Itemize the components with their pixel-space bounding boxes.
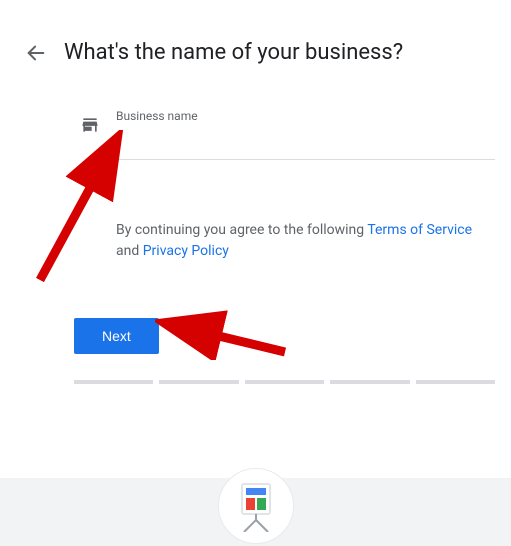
business-name-input[interactable] [116, 127, 495, 160]
consent-text: By continuing you agree to the following… [116, 220, 495, 262]
easel-icon [218, 468, 294, 544]
consent-and: and [116, 243, 143, 259]
next-button[interactable]: Next [74, 318, 159, 354]
privacy-link[interactable]: Privacy Policy [143, 243, 229, 259]
progress-indicator [74, 380, 495, 384]
storefront-icon [80, 115, 100, 139]
page-title: What's the name of your business? [64, 40, 403, 65]
progress-step [330, 380, 409, 384]
progress-step [74, 380, 153, 384]
business-name-label: Business name [116, 109, 495, 123]
progress-step [159, 380, 238, 384]
back-button[interactable] [24, 41, 48, 65]
terms-link[interactable]: Terms of Service [367, 222, 472, 238]
progress-step [416, 380, 495, 384]
progress-step [245, 380, 324, 384]
consent-prefix: By continuing you agree to the following [116, 222, 367, 238]
footer-illustration [0, 466, 511, 546]
